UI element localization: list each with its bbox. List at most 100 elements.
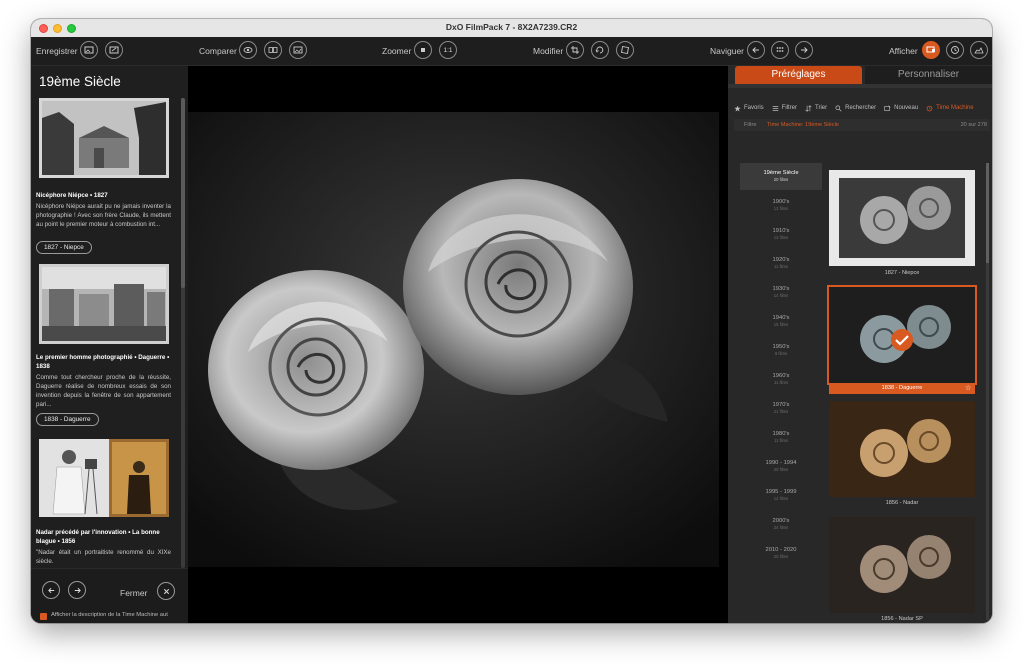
close-panel-button[interactable]	[157, 582, 175, 600]
sort-tool[interactable]: Trier	[805, 104, 827, 112]
decade-item[interactable]: 1995 - 1999 12 films	[740, 482, 822, 509]
compare-split-button[interactable]	[264, 41, 282, 59]
nadar-photo-drawing	[39, 439, 169, 517]
preset-link-niepce[interactable]: 1827 - Niepce	[36, 241, 92, 254]
compare-eye-button[interactable]	[239, 41, 257, 59]
daguerre-photo-drawing	[39, 264, 169, 344]
decade-item[interactable]: 1920's 11 films	[740, 250, 822, 277]
crop-button[interactable]	[566, 41, 584, 59]
daguerre-photo	[39, 264, 169, 344]
history-button[interactable]	[946, 41, 964, 59]
histogram-icon	[974, 47, 984, 54]
filter-label: Filtre	[744, 122, 757, 128]
show-description-checkbox[interactable]	[40, 613, 47, 620]
filter-count: 20 sur 278	[960, 122, 987, 128]
previous-entry-button[interactable]	[42, 581, 60, 599]
history-icon	[951, 46, 959, 54]
straighten-icon	[621, 46, 629, 54]
entry-description: "Nadar était un portraitiste renommé du …	[36, 549, 171, 565]
compare-label: Comparer	[199, 46, 237, 56]
image-viewer[interactable]	[188, 66, 728, 623]
next-image-button[interactable]	[795, 41, 813, 59]
decade-item[interactable]: 1970's 21 films	[740, 395, 822, 422]
share-button[interactable]	[105, 41, 123, 59]
niepce-photo-drawing	[39, 98, 169, 178]
zoom-label: Zoomer	[382, 46, 412, 56]
preset-thumbnail-label: 1856 - Nadar	[885, 500, 919, 506]
share-icon	[109, 46, 119, 54]
eye-icon	[243, 47, 253, 53]
scroll-thumb[interactable]	[986, 163, 989, 263]
new-preset-icon	[884, 104, 891, 111]
decade-item[interactable]: 1930's 14 films	[740, 279, 822, 306]
decade-item[interactable]: 19ème Siècle 20 films	[740, 163, 822, 190]
presets-scrollbar[interactable]	[986, 163, 989, 620]
star-icon	[734, 105, 741, 111]
preset-thumbnail[interactable]	[829, 170, 975, 266]
preset-toolbar: Favoris Filtrer Trier Rechercher Nouveau…	[734, 102, 974, 114]
export-image-icon	[84, 46, 94, 54]
arrow-right-icon	[801, 47, 808, 53]
preset-link-daguerre[interactable]: 1838 - Daguerre	[36, 413, 99, 426]
filter-value[interactable]: Time Machine: 19ème Siècle	[767, 122, 839, 128]
preset-thumbnail-label: 1827 - Niepce	[884, 270, 920, 276]
scroll-thumb[interactable]	[181, 98, 185, 288]
display-label: Afficher	[889, 46, 918, 56]
decade-item[interactable]: 1950's 8 films	[740, 337, 822, 364]
decade-item[interactable]: 1990 - 1994 20 films	[740, 453, 822, 480]
decade-item[interactable]: 1980's 11 films	[740, 424, 822, 451]
time-machine-tool[interactable]: Time Machine	[926, 105, 974, 112]
favorites-tool[interactable]: Favoris	[734, 105, 764, 112]
histogram-button[interactable]	[970, 41, 988, 59]
preset-thumbnail-label: 1838 - Daguerre	[829, 383, 975, 394]
nadar-photo	[39, 439, 169, 517]
entry-title: Le premier homme photographié • Daguerre…	[36, 354, 170, 370]
decade-item[interactable]: 1940's 15 films	[740, 308, 822, 335]
rotate-button[interactable]	[591, 41, 609, 59]
search-tool[interactable]: Rechercher	[835, 104, 876, 112]
entry-title: Nadar précédé par l'innovation • La bonn…	[36, 529, 160, 545]
grid-view-button[interactable]	[771, 41, 789, 59]
close-label[interactable]: Fermer	[120, 588, 147, 598]
decade-item[interactable]: 1900's 13 films	[740, 192, 822, 219]
thumb-daguerre-image	[829, 287, 975, 383]
arrow-left-icon	[47, 587, 54, 593]
preset-thumbnail-selected[interactable]	[827, 285, 977, 385]
main-toolbar: Enregistrer Comparer Zoomer 1:1 Modifier…	[31, 37, 992, 66]
panel-footer: Fermer Afficher la description de la Tim…	[31, 568, 188, 623]
tab-customize[interactable]: Personnaliser	[865, 66, 992, 84]
next-entry-button[interactable]	[68, 581, 86, 599]
thumb-nadar-sp-image	[829, 517, 975, 613]
decade-item[interactable]: 1960's 11 films	[740, 366, 822, 393]
compare-before-after-button[interactable]	[289, 41, 307, 59]
zoom-fit-button[interactable]	[414, 41, 432, 59]
decade-item[interactable]: 2000's 24 films	[740, 511, 822, 538]
filter-tool[interactable]: Filtrer	[772, 105, 797, 112]
fit-screen-icon	[421, 48, 425, 52]
export-button[interactable]	[80, 41, 98, 59]
entry-description: Comme tout chercheur proche de la réussi…	[36, 374, 171, 408]
time-machine-toggle-button[interactable]	[922, 41, 940, 59]
preset-thumbnail[interactable]	[829, 401, 975, 497]
preset-thumbnail[interactable]	[829, 517, 975, 613]
modify-label: Modifier	[533, 46, 564, 56]
presets-panel: Préréglages Personnaliser Favoris Filtre…	[728, 66, 992, 623]
entry-title: Nicéphore Niépce • 1827	[36, 192, 108, 199]
previous-image-button[interactable]	[747, 41, 765, 59]
straighten-button[interactable]	[616, 41, 634, 59]
rotate-icon	[595, 46, 604, 54]
window-title: DxO FilmPack 7 - 8X2A7239.CR2	[445, 22, 578, 32]
preset-thumbnail-label: 1856 - Nadar SP	[881, 616, 923, 622]
split-view-icon	[268, 47, 278, 53]
thumb-nadar-image	[829, 401, 975, 497]
zoom-100-button[interactable]: 1:1	[439, 41, 457, 59]
tab-presets[interactable]: Préréglages	[735, 66, 862, 84]
favorite-star-icon[interactable]: ☆	[965, 384, 971, 392]
decade-item[interactable]: 1910's 13 films	[740, 221, 822, 248]
arrow-right-icon	[74, 587, 81, 593]
decade-item[interactable]: 2010 - 2020 20 films	[740, 540, 822, 567]
time-machine-panel: 19ème Siècle Nicéphore Niépce • 1827 Nic…	[31, 66, 188, 623]
list-icon	[772, 105, 778, 111]
new-preset-tool[interactable]: Nouveau	[884, 104, 918, 112]
panel-scrollbar[interactable]	[181, 98, 185, 568]
